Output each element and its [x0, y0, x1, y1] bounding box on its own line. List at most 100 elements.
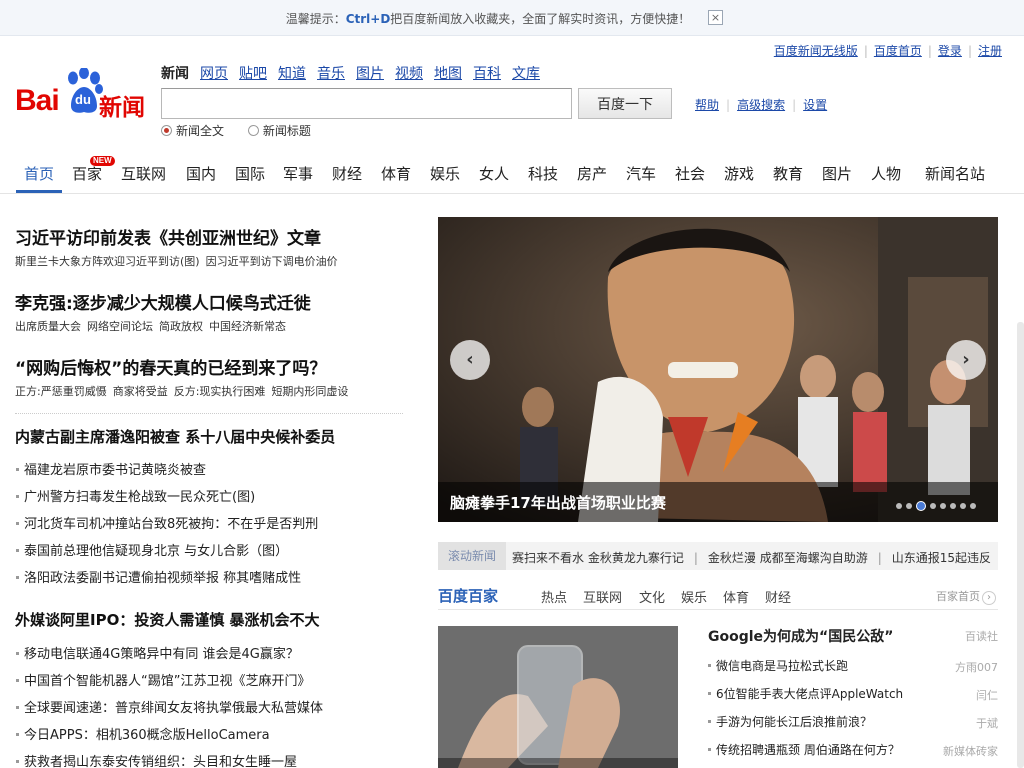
- sub-link[interactable]: 中国经济新常态: [209, 320, 286, 333]
- ticker-item[interactable]: 赛扫来不看水 金秋黄龙九寨行记: [512, 551, 684, 565]
- baijia-item-source[interactable]: 于斌: [976, 715, 998, 731]
- headline-3[interactable]: “网购后悔权”的春天真的已经到来了吗？: [15, 354, 326, 379]
- nav-internet[interactable]: 互联网: [121, 163, 166, 184]
- ticker-item[interactable]: 金秋烂漫 成都至海螺沟自助游: [708, 551, 868, 565]
- list-item[interactable]: 全球要闻速递：普京绯闻女友将执掌俄最大私营媒体: [15, 697, 323, 716]
- channel-baike[interactable]: 百科: [473, 66, 501, 82]
- channel-music[interactable]: 音乐: [317, 66, 345, 82]
- baijia-item-source[interactable]: 百读社: [965, 628, 998, 644]
- nav-auto[interactable]: 汽车: [626, 163, 656, 184]
- sub-link[interactable]: 商家将受益: [113, 385, 168, 398]
- headline-2[interactable]: 李克强:逐步减少大规模人口候鸟式迁徙: [15, 289, 311, 314]
- nav-education[interactable]: 教育: [773, 163, 803, 184]
- baijia-tab-finance[interactable]: 财经: [765, 587, 791, 606]
- baidu-home-link[interactable]: 百度首页: [874, 44, 922, 58]
- baijia-image[interactable]: [438, 626, 678, 768]
- sub-link[interactable]: 反方:现实执行困难: [174, 385, 266, 398]
- headline-1[interactable]: 习近平访印前发表《共创亚洲世纪》文章: [15, 224, 321, 249]
- slider-dot-active[interactable]: [916, 500, 926, 511]
- nav-society[interactable]: 社会: [675, 163, 705, 184]
- nav-tech[interactable]: 科技: [528, 163, 558, 184]
- nav-pictures[interactable]: 图片: [822, 163, 852, 184]
- sub-link[interactable]: 正方:严惩重罚威慑: [15, 385, 107, 398]
- channel-zhidao[interactable]: 知道: [278, 66, 306, 82]
- baijia-item-source[interactable]: 闫仁: [976, 687, 998, 703]
- nav-sports[interactable]: 体育: [381, 163, 411, 184]
- slider-dot[interactable]: [940, 502, 946, 509]
- list-item[interactable]: 泰国前总理他信疑现身北京 与女儿合影（图）: [15, 540, 288, 559]
- nav-games[interactable]: 游戏: [724, 163, 754, 184]
- list-item[interactable]: 中国首个智能机器人“踢馆”江苏卫视《芝麻开门》: [15, 670, 310, 689]
- advanced-search-link[interactable]: 高级搜索: [737, 98, 785, 112]
- list-item[interactable]: 获救者揭山东泰安传销组织：头目和女生睡一屋: [15, 751, 297, 768]
- slider-prev-button[interactable]: ‹: [450, 340, 490, 380]
- list-item[interactable]: 微信电商是马拉松式长跑 方雨007: [708, 657, 998, 674]
- slider-dot[interactable]: [930, 502, 936, 509]
- baijia-home-link[interactable]: 百家首页 ›: [936, 588, 996, 605]
- slider-dot[interactable]: [896, 502, 902, 509]
- radio-title[interactable]: 新闻标题: [247, 124, 311, 138]
- nav-home[interactable]: 首页: [24, 163, 54, 184]
- list-item[interactable]: 今日APPS：相机360概念版HelloCamera: [15, 724, 270, 743]
- baidu-news-logo[interactable]: Bai du 新闻: [15, 68, 151, 121]
- channel-tieba[interactable]: 贴吧: [239, 66, 267, 82]
- page-scrollbar[interactable]: [1017, 322, 1024, 768]
- slider-dot[interactable]: [906, 502, 912, 509]
- sub-link[interactable]: 短期内形同虚设: [271, 385, 348, 398]
- settings-link[interactable]: 设置: [803, 98, 827, 112]
- list-item[interactable]: 手游为何能长江后浪推前浪？ 于斌: [708, 713, 998, 730]
- baijia-tab-sports[interactable]: 体育: [723, 587, 749, 606]
- slider-dot[interactable]: [950, 502, 956, 509]
- nav-house[interactable]: 房产: [577, 163, 607, 184]
- list-item[interactable]: 移动电信联通4G策略异中有同 谁会是4G赢家？: [15, 643, 299, 662]
- radio-fulltext[interactable]: 新闻全文: [161, 124, 224, 138]
- baijia-item-source[interactable]: 新媒体砖家: [943, 743, 998, 759]
- baijia-tab-internet[interactable]: 互联网: [583, 587, 622, 606]
- help-link[interactable]: 帮助: [695, 98, 719, 112]
- list-item[interactable]: 广州警方扫毒发生枪战致一民众死亡(图): [15, 486, 255, 505]
- slider-dot[interactable]: [960, 502, 966, 509]
- list-item[interactable]: 6位智能手表大佬点评AppleWatch 闫仁: [708, 685, 998, 702]
- nav-entertainment[interactable]: 娱乐: [430, 163, 460, 184]
- baijia-title[interactable]: 百度百家: [438, 585, 498, 606]
- list-item[interactable]: 福建龙岩原市委书记黄晓炎被查: [15, 459, 206, 478]
- nav-baijia[interactable]: 百家: [72, 163, 102, 184]
- baijia-tab-hot[interactable]: 热点: [541, 587, 567, 606]
- nav-finance[interactable]: 财经: [332, 163, 362, 184]
- channel-images[interactable]: 图片: [356, 66, 384, 82]
- section-2-headline[interactable]: 内蒙古副主席潘逸阳被查 系十八届中央候补委员: [15, 426, 335, 447]
- section-3-headline[interactable]: 外媒谈阿里IPO：投资人需谨慎 暴涨机会不大: [15, 609, 320, 630]
- register-link[interactable]: 注册: [978, 44, 1002, 58]
- sub-link[interactable]: 简政放权: [159, 320, 203, 333]
- list-item[interactable]: 洛阳政法委副书记遭偷拍视频举报 称其嗜赌成性: [15, 567, 301, 586]
- nav-women[interactable]: 女人: [479, 163, 509, 184]
- list-item[interactable]: 传统招聘遇瓶颈 周伯通路在何方？ 新媒体砖家: [708, 741, 998, 758]
- channel-video[interactable]: 视频: [395, 66, 423, 82]
- search-input[interactable]: [161, 88, 572, 119]
- sub-link[interactable]: 出席质量大会: [15, 320, 81, 333]
- baijia-item-source[interactable]: 方雨007: [955, 659, 998, 675]
- channel-map[interactable]: 地图: [434, 66, 462, 82]
- nav-famous-sites[interactable]: 新闻名站: [925, 163, 985, 184]
- slider-caption[interactable]: 脑瘫拳手17年出战首场职业比赛: [450, 492, 666, 513]
- mobile-version-link[interactable]: 百度新闻无线版: [774, 44, 858, 58]
- ticker-item[interactable]: 山东通报15起违反: [892, 551, 991, 565]
- photo-slider[interactable]: ‹ › 脑瘫拳手17年出战首场职业比赛: [438, 217, 998, 522]
- search-button[interactable]: 百度一下: [578, 88, 672, 119]
- list-item[interactable]: Google为何成为“国民公敌” 百读社: [708, 626, 998, 646]
- slider-dot[interactable]: [970, 502, 976, 509]
- channel-wenku[interactable]: 文库: [512, 66, 540, 82]
- sub-link[interactable]: 网络空间论坛: [87, 320, 153, 333]
- channel-news[interactable]: 新闻: [161, 66, 189, 82]
- nav-domestic[interactable]: 国内: [186, 163, 216, 184]
- list-item[interactable]: 河北货车司机冲撞站台致8死被拘：不在乎是否判刑: [15, 513, 318, 532]
- nav-people[interactable]: 人物: [871, 163, 901, 184]
- channel-web[interactable]: 网页: [200, 66, 228, 82]
- close-icon[interactable]: ×: [708, 10, 723, 25]
- nav-international[interactable]: 国际: [235, 163, 265, 184]
- nav-military[interactable]: 军事: [283, 163, 313, 184]
- sub-link[interactable]: 斯里兰卡大象方阵欢迎习近平到访(图): [15, 255, 200, 268]
- slider-next-button[interactable]: ›: [946, 340, 986, 380]
- sub-link[interactable]: 因习近平到访下调电价油价: [206, 255, 338, 268]
- login-link[interactable]: 登录: [938, 44, 962, 58]
